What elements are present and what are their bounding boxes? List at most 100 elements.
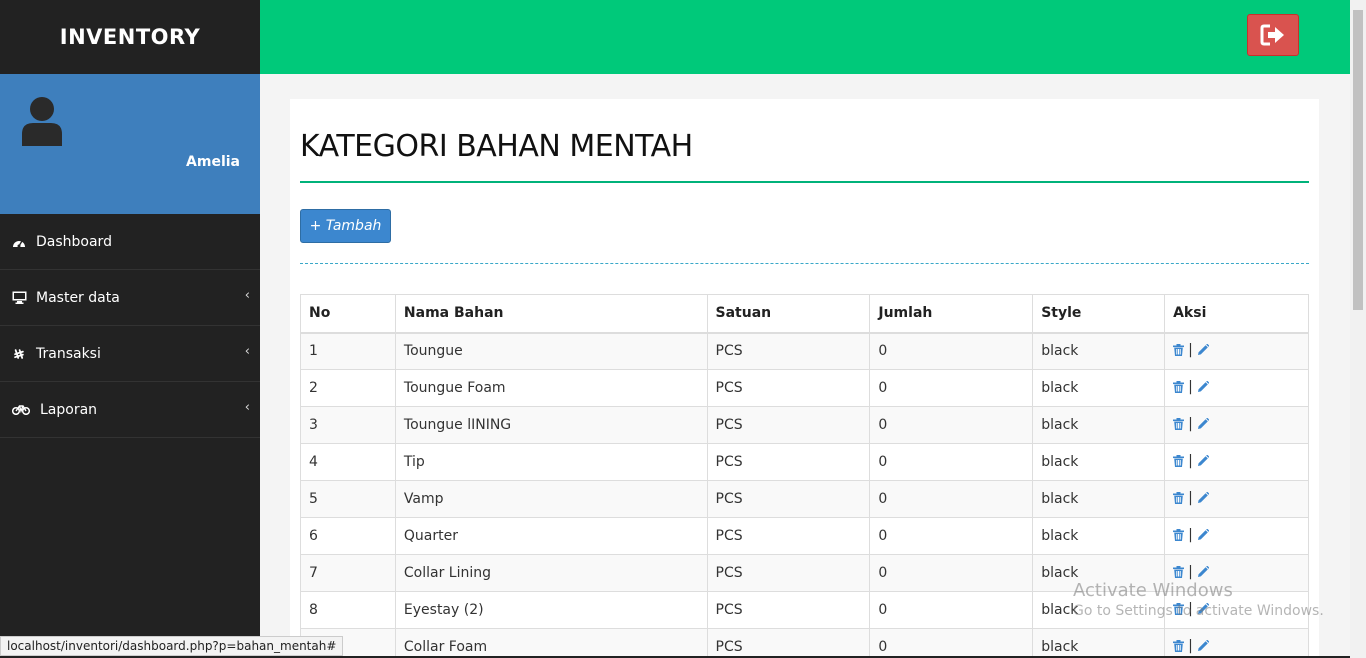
- sidebar-item-label: Master data: [36, 289, 120, 306]
- page-title: KATEGORI BAHAN MENTAH: [300, 129, 693, 164]
- table-row: 3 Toungue lINING PCS 0 black |: [300, 406, 1309, 444]
- cell-style: black: [1032, 628, 1166, 658]
- delete-icon[interactable]: [1173, 529, 1185, 541]
- cell-no: 2: [300, 369, 396, 407]
- cell-nama-bahan: Collar Foam: [394, 628, 708, 658]
- edit-icon[interactable]: [1197, 455, 1209, 467]
- user-avatar-icon: [22, 97, 62, 146]
- sidebar-item-laporan[interactable]: Laporan ‹: [0, 382, 260, 438]
- cell-no: 1: [300, 332, 396, 370]
- sidebar-item-label: Laporan: [40, 401, 98, 418]
- edit-icon[interactable]: [1197, 566, 1209, 578]
- cell-satuan: PCS: [706, 628, 871, 658]
- sidebar-item-dashboard[interactable]: Dashboard: [0, 214, 260, 270]
- action-separator: |: [1188, 416, 1193, 432]
- delete-icon[interactable]: [1173, 455, 1185, 467]
- cell-no: 5: [300, 480, 396, 518]
- chevron-left-icon: ‹: [244, 400, 250, 415]
- cell-jumlah: 0: [869, 369, 1034, 407]
- sidebar-item-master-data[interactable]: Master data ‹: [0, 270, 260, 326]
- cell-nama-bahan: Toungue: [394, 332, 708, 370]
- title-divider: [300, 181, 1309, 183]
- edit-icon[interactable]: [1197, 492, 1209, 504]
- content-panel: KATEGORI BAHAN MENTAH + Tambah No Nama B…: [290, 99, 1319, 658]
- cell-no: 6: [300, 517, 396, 555]
- edit-icon[interactable]: [1197, 418, 1209, 430]
- windows-activation-watermark: Activate Windows Go to Settings to activ…: [1073, 580, 1324, 619]
- desktop-icon: [10, 291, 28, 305]
- add-button[interactable]: + Tambah: [300, 209, 391, 243]
- action-separator: |: [1188, 379, 1193, 395]
- delete-icon[interactable]: [1173, 381, 1185, 393]
- brand-title: INVENTORY: [59, 25, 201, 49]
- cell-style: black: [1032, 406, 1166, 444]
- sidebar-item-label: Transaksi: [36, 345, 101, 362]
- edit-icon[interactable]: [1197, 640, 1209, 652]
- cell-jumlah: 0: [869, 443, 1034, 481]
- cell-nama-bahan: Collar Lining: [394, 554, 708, 592]
- sidebar-menu: Dashboard Master data ‹ Transaksi ‹ Lapo…: [0, 214, 260, 438]
- edit-icon[interactable]: [1197, 381, 1209, 393]
- cell-satuan: PCS: [706, 480, 871, 518]
- cell-style: black: [1032, 480, 1166, 518]
- table-row: 6 Quarter PCS 0 black |: [300, 517, 1309, 555]
- sidebar-item-transaksi[interactable]: Transaksi ‹: [0, 326, 260, 382]
- action-separator: |: [1188, 490, 1193, 506]
- action-separator: |: [1188, 638, 1193, 654]
- delete-icon[interactable]: [1173, 566, 1185, 578]
- cell-nama-bahan: Quarter: [394, 517, 708, 555]
- dashboard-icon: [10, 235, 28, 249]
- table-row: 2 Toungue Foam PCS 0 black |: [300, 369, 1309, 407]
- column-header-aksi: Aksi: [1164, 294, 1309, 334]
- scrollbar-thumb[interactable]: [1353, 10, 1363, 310]
- cell-jumlah: 0: [869, 517, 1034, 555]
- bicycle-icon: [10, 403, 32, 417]
- cell-aksi: |: [1164, 443, 1309, 481]
- cell-nama-bahan: Vamp: [394, 480, 708, 518]
- column-header-jumlah: Jumlah: [869, 294, 1034, 334]
- table-row: 9Collar FoamPCS0black|: [300, 628, 1309, 658]
- edit-icon[interactable]: [1197, 344, 1209, 356]
- table-row: 4 Tip PCS 0 black |: [300, 443, 1309, 481]
- delete-icon[interactable]: [1173, 344, 1185, 357]
- edit-icon[interactable]: [1197, 529, 1209, 541]
- cell-satuan: PCS: [706, 406, 871, 444]
- cell-nama-bahan: Tip: [394, 443, 708, 481]
- action-separator: |: [1188, 527, 1193, 543]
- column-header-style: Style: [1032, 294, 1166, 334]
- chevron-left-icon: ‹: [244, 288, 250, 303]
- cell-satuan: PCS: [706, 443, 871, 481]
- cell-jumlah: 0: [869, 480, 1034, 518]
- cell-nama-bahan: Toungue lINING: [394, 406, 708, 444]
- sidebar: INVENTORY Amelia Dashboard Master data ‹…: [0, 0, 260, 658]
- cell-satuan: PCS: [706, 554, 871, 592]
- cell-aksi: |: [1164, 480, 1309, 518]
- cell-no: 8: [300, 591, 396, 629]
- cell-no: 4: [300, 443, 396, 481]
- delete-icon[interactable]: [1173, 492, 1185, 504]
- column-header-satuan: Satuan: [706, 294, 871, 334]
- cell-aksi: |: [1164, 406, 1309, 444]
- delete-icon[interactable]: [1173, 418, 1185, 430]
- browser-status-bar: localhost/inventori/dashboard.php?p=baha…: [0, 636, 344, 656]
- cell-jumlah: 0: [869, 332, 1034, 370]
- delete-icon[interactable]: [1173, 640, 1185, 652]
- table-header-row: No Nama Bahan Satuan Jumlah Style Aksi: [300, 294, 1309, 334]
- column-header-nama-bahan: Nama Bahan: [394, 294, 708, 334]
- cell-jumlah: 0: [869, 406, 1034, 444]
- cell-nama-bahan: Eyestay (2): [394, 591, 708, 629]
- dashed-divider: [300, 263, 1309, 264]
- column-header-no: No: [300, 294, 396, 334]
- cell-aksi: |: [1164, 369, 1309, 407]
- cell-jumlah: 0: [869, 591, 1034, 629]
- slack-icon: [10, 347, 28, 361]
- logout-button[interactable]: [1247, 14, 1299, 56]
- vertical-scrollbar[interactable]: [1350, 0, 1366, 658]
- chevron-left-icon: ‹: [244, 344, 250, 359]
- cell-no: 3: [300, 406, 396, 444]
- action-separator: |: [1188, 564, 1193, 580]
- cell-satuan: PCS: [706, 369, 871, 407]
- cell-satuan: PCS: [706, 517, 871, 555]
- cell-jumlah: 0: [869, 554, 1034, 592]
- cell-aksi: |: [1164, 517, 1309, 555]
